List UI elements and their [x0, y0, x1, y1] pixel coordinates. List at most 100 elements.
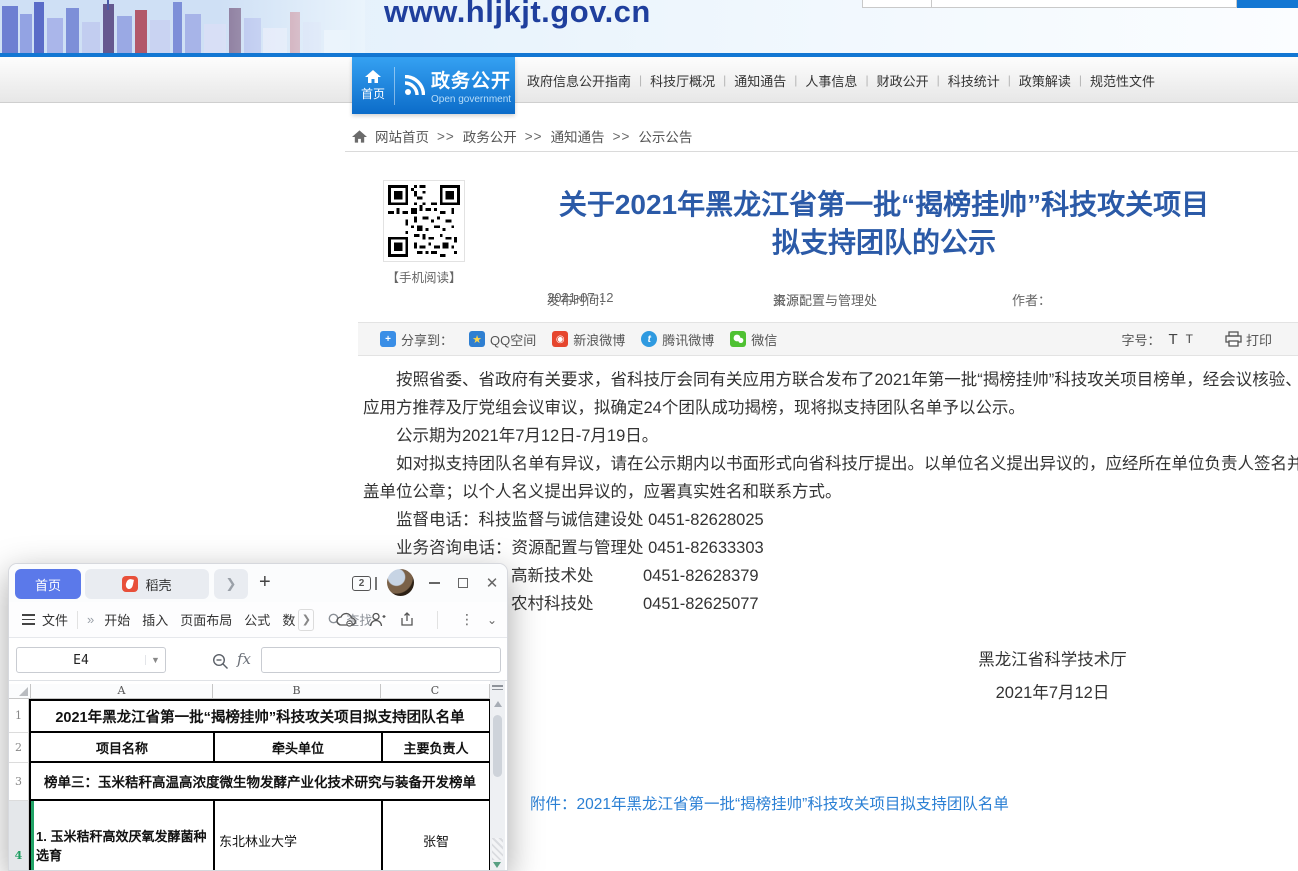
- more-options-icon[interactable]: ⋮: [460, 611, 474, 628]
- column-header-b[interactable]: B: [213, 684, 381, 698]
- menu-page-layout[interactable]: 页面布局: [180, 610, 232, 629]
- open-government-subtitle: Open government: [431, 94, 511, 105]
- column-headers: A B C: [9, 684, 491, 699]
- cell-section-title[interactable]: 榜单三：玉米秸秆高温高浓度微生物发酵产业化技术研究与装备开发榜单: [31, 763, 491, 801]
- scroll-down-icon[interactable]: [493, 862, 501, 868]
- attachment-label: 附件：: [530, 792, 577, 814]
- tab-scroll-right-button[interactable]: ❯: [214, 569, 248, 599]
- divider: [437, 611, 438, 629]
- home-icon: [365, 70, 381, 83]
- signature-org: 黑龙江省科学技术厅: [935, 644, 1170, 677]
- search-button[interactable]: 搜 索: [1237, 0, 1298, 8]
- spreadsheet-area: A B C 1 2021年黑龙江省第一批“揭榜挂帅”科技攻关项目拟支持团队名单 …: [9, 681, 507, 870]
- formula-input[interactable]: [261, 647, 501, 673]
- collapse-ribbon-icon[interactable]: »: [87, 612, 94, 627]
- menu-overflow-button[interactable]: ❯: [298, 609, 314, 631]
- cell-name-box[interactable]: E4 ▼: [16, 647, 166, 673]
- hamburger-icon: [22, 614, 35, 625]
- nav-item-finance[interactable]: 财政公开: [877, 71, 929, 90]
- column-header-a[interactable]: A: [31, 684, 213, 698]
- tencent-weibo-icon: t: [641, 331, 657, 347]
- nav-item-statistics[interactable]: 科技统计: [948, 71, 1000, 90]
- minimize-button[interactable]: [423, 572, 445, 594]
- share-qzone[interactable]: ★ QQ空间: [469, 330, 536, 349]
- breadcrumb-home[interactable]: 网站首页: [375, 126, 429, 146]
- print-button[interactable]: 打印: [1225, 330, 1272, 349]
- row-header-4-selected[interactable]: 4: [9, 801, 29, 871]
- nav-item-info-guide[interactable]: 政府信息公开指南: [527, 71, 631, 90]
- row-header-1[interactable]: 1: [9, 699, 29, 733]
- share-icon[interactable]: [399, 612, 415, 627]
- site-url-text: www.hljkjt.gov.cn: [384, 0, 651, 30]
- open-government-title: 政务公开: [431, 66, 511, 93]
- share-sina-weibo[interactable]: ◉ 新浪微博: [552, 330, 625, 349]
- body-line: 如对拟支持团队名单有异议，请在公示期内以书面形式向省科技厅提出。以单位名义提出异…: [363, 450, 1298, 478]
- city-skyline-image: [0, 0, 365, 53]
- attachment-link[interactable]: 2021年黑龙江省第一批“揭榜挂帅”科技攻关项目拟支持团队名单: [577, 792, 1009, 814]
- nav-menu: 政府信息公开指南 | 科技厅概况 | 通知通告 | 人事信息 | 财政公开 | …: [527, 57, 1155, 103]
- breadcrumb-announcements[interactable]: 公示公告: [638, 126, 692, 146]
- nav-item-overview[interactable]: 科技厅概况: [650, 71, 715, 90]
- share-wechat-label: 微信: [751, 330, 777, 349]
- menu-insert[interactable]: 插入: [142, 610, 168, 629]
- wps-tab-bar: 首页 稻壳 ❯ + 2 ✕: [9, 564, 507, 602]
- cell-title[interactable]: 2021年黑龙江省第一批“揭榜挂帅”科技攻关项目拟支持团队名单: [31, 701, 491, 733]
- nav-item-notices[interactable]: 通知通告: [734, 71, 786, 90]
- rss-icon: [403, 75, 425, 97]
- active-cell-reference: E4: [17, 653, 145, 668]
- select-all-corner[interactable]: [9, 684, 31, 698]
- font-size-increase[interactable]: T: [1168, 331, 1177, 348]
- wps-tab-docer-label: 稻壳: [145, 575, 171, 594]
- menu-start[interactable]: 开始: [104, 610, 130, 629]
- formula-bar: E4 ▼ fx: [9, 638, 507, 681]
- print-label: 打印: [1246, 330, 1272, 349]
- nav-separator: |: [1008, 73, 1011, 87]
- font-size-decrease[interactable]: T: [1186, 332, 1193, 346]
- scroll-up-icon[interactable]: [494, 701, 502, 707]
- nav-home-link[interactable]: 首页: [352, 70, 394, 102]
- chevron-down-icon[interactable]: ⌄: [487, 613, 497, 627]
- wps-tab-home[interactable]: 首页: [15, 569, 81, 599]
- breadcrumb-separator: >>: [437, 129, 455, 144]
- cell-lead-unit[interactable]: 东北林业大学: [215, 801, 383, 871]
- cloud-sync-icon[interactable]: [336, 612, 356, 627]
- row-header-3[interactable]: 3: [9, 763, 29, 801]
- chevron-down-icon[interactable]: ▼: [145, 655, 165, 665]
- cell-lead-unit-header[interactable]: 牵头单位: [215, 733, 383, 763]
- share-button[interactable]: + 分享到：: [380, 330, 453, 349]
- menu-data-clipped[interactable]: 数: [282, 610, 296, 629]
- font-size-label: 字号：: [1121, 330, 1160, 349]
- maximize-button[interactable]: [452, 572, 474, 594]
- menu-formula[interactable]: 公式: [244, 610, 270, 629]
- menu-file[interactable]: 文件: [42, 610, 68, 629]
- zoom-search-icon[interactable]: [212, 653, 229, 670]
- cell-project-name-header[interactable]: 项目名称: [31, 733, 215, 763]
- scrollbar-thumb[interactable]: [493, 715, 502, 777]
- wps-tab-docer[interactable]: 稻壳: [85, 569, 209, 599]
- breadcrumb-notices[interactable]: 通知通告: [551, 126, 605, 146]
- sheet-vertical-scrollbar[interactable]: [490, 681, 505, 870]
- cell-project-name[interactable]: 1. 玉米秸秆高效厌氧发酵菌种选育: [31, 801, 215, 871]
- search-input[interactable]: [932, 0, 1237, 8]
- search-category-select[interactable]: 标题 ▾: [862, 0, 932, 8]
- nav-item-policy[interactable]: 政策解读: [1019, 71, 1071, 90]
- column-header-c[interactable]: C: [381, 684, 490, 698]
- close-button[interactable]: ✕: [481, 572, 503, 594]
- breadcrumb-open-gov[interactable]: 政务公开: [463, 126, 517, 146]
- share-wechat[interactable]: 微信: [730, 330, 777, 349]
- row-header-2[interactable]: 2: [9, 733, 29, 763]
- share-tencent-weibo[interactable]: t 腾讯微博: [641, 330, 714, 349]
- cell-leader[interactable]: 张智: [383, 801, 491, 871]
- nav-item-regulations[interactable]: 规范性文件: [1090, 71, 1155, 90]
- invite-user-icon[interactable]: [369, 612, 386, 627]
- window-count-badge[interactable]: 2: [352, 576, 371, 591]
- share-sina-label: 新浪微博: [573, 330, 625, 349]
- split-handle[interactable]: [490, 681, 505, 693]
- page: www.hljkjt.gov.cn 标题 ▾ 搜 索 首页 政务公开 Open …: [0, 0, 1298, 871]
- user-avatar[interactable]: [387, 569, 414, 596]
- open-government-link[interactable]: 政务公开 Open government: [395, 66, 515, 105]
- nav-item-personnel[interactable]: 人事信息: [805, 71, 857, 90]
- new-tab-button[interactable]: +: [259, 571, 271, 594]
- cell-leader-header[interactable]: 主要负责人: [383, 733, 491, 763]
- qzone-icon: ★: [469, 331, 485, 347]
